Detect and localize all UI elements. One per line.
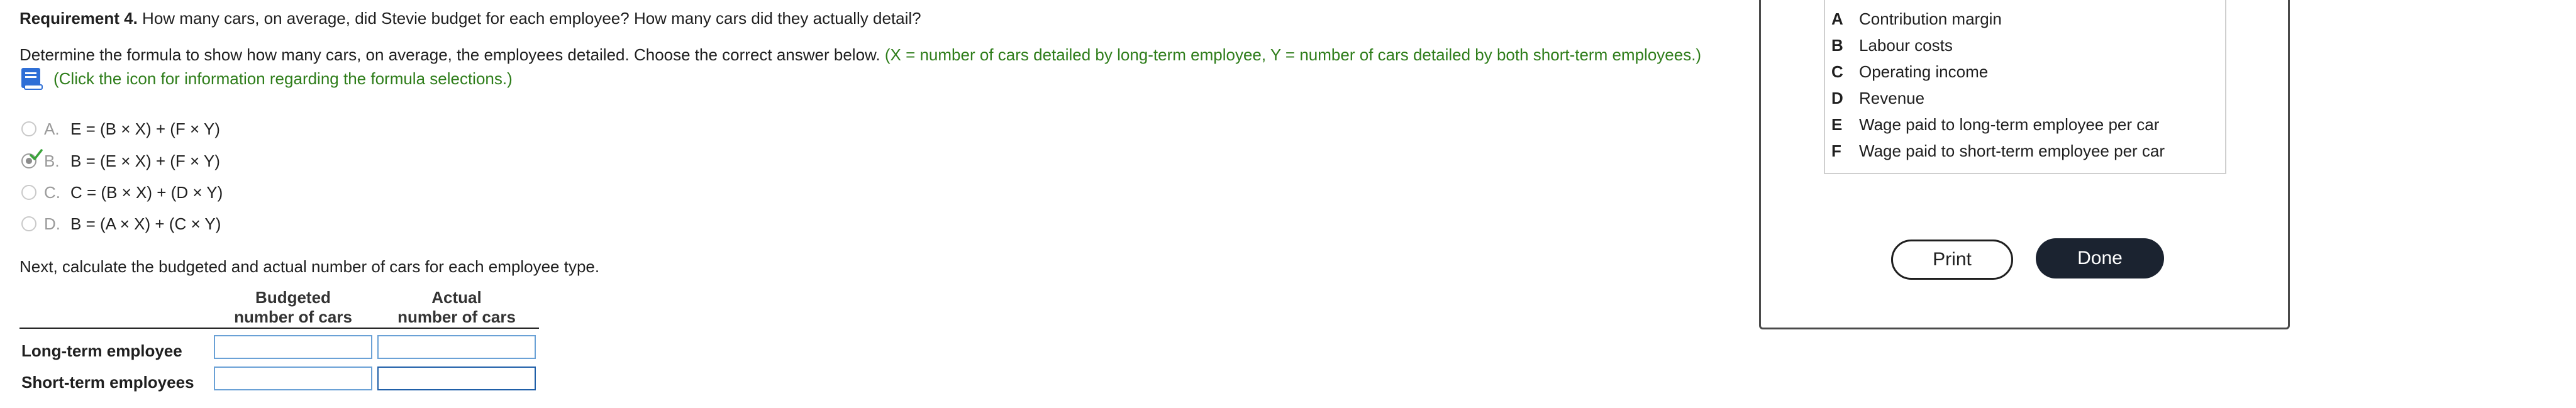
next-instruction: Next, calculate the budgeted and actual … — [19, 257, 600, 276]
legend-key: F — [1831, 141, 1841, 160]
option-formula: B = (A × X) + (C × Y) — [70, 214, 221, 233]
legend-text: Contribution margin — [1859, 9, 2002, 28]
table-header-rule — [19, 328, 539, 329]
legend-item: C Operating income — [1831, 60, 1988, 84]
column-header-budgeted: Budgeted number of cars — [214, 288, 372, 327]
legend-item: D Revenue — [1831, 86, 1924, 110]
option-letter: A. — [44, 119, 60, 138]
legend-key: C — [1831, 62, 1843, 81]
legend-item: E Wage paid to long-term employee per ca… — [1831, 113, 2159, 136]
legend-item: B Labour costs — [1831, 33, 1953, 57]
legend-text: Wage paid to long-term employee per car — [1859, 114, 2160, 134]
option-d[interactable]: D. B = (A × X) + (C × Y) — [21, 212, 221, 235]
option-a[interactable]: A. E = (B × X) + (F × Y) — [21, 118, 220, 140]
legend-text: Revenue — [1859, 88, 1925, 108]
radio-button[interactable] — [21, 216, 36, 231]
radio-button-selected[interactable] — [21, 149, 43, 168]
instruction-line: Determine the formula to show how many c… — [19, 45, 1701, 65]
legend-key: A — [1831, 9, 1843, 28]
long-term-actual-input[interactable] — [377, 335, 536, 359]
legend-list: A Contribution margin B Labour costs C O… — [1824, 0, 2226, 174]
option-formula: B = (E × X) + (F × Y) — [70, 151, 220, 170]
formula-legend-dialog: A Contribution margin B Labour costs C O… — [1759, 0, 2290, 329]
option-formula: C = (B × X) + (D × Y) — [70, 182, 223, 202]
checkmark-icon — [30, 149, 43, 160]
legend-key: E — [1831, 114, 1843, 134]
option-letter: D. — [44, 214, 60, 233]
help-note: (Click the icon for information regardin… — [53, 69, 513, 88]
short-term-budgeted-input[interactable] — [214, 367, 372, 390]
column-header-line: Budgeted — [255, 288, 331, 307]
option-c[interactable]: C. C = (B × X) + (D × Y) — [21, 181, 223, 204]
book-icon[interactable] — [19, 67, 45, 91]
legend-text: Wage paid to short-term employee per car — [1859, 141, 2165, 160]
legend-key: D — [1831, 88, 1843, 108]
legend-text: Operating income — [1859, 62, 1989, 81]
option-letter: C. — [44, 182, 60, 202]
legend-text: Labour costs — [1859, 35, 1953, 55]
requirement-label: Requirement 4. — [19, 9, 138, 28]
done-button[interactable]: Done — [2036, 238, 2164, 278]
option-letter: B. — [44, 151, 60, 170]
legend-item: A Contribution margin — [1831, 7, 2002, 31]
long-term-budgeted-input[interactable] — [214, 335, 372, 359]
requirement-line: Requirement 4. How many cars, on average… — [19, 9, 921, 28]
radio-button[interactable] — [21, 185, 36, 200]
variables-note: (X = number of cars detailed by long-ter… — [884, 45, 1702, 64]
row-label-short-term: Short-term employees — [21, 373, 194, 392]
column-header-actual: Actual number of cars — [377, 288, 536, 327]
option-b[interactable]: B. B = (E × X) + (F × Y) — [21, 149, 220, 172]
help-row: (Click the icon for information regardin… — [19, 67, 513, 91]
column-header-line: Actual — [431, 288, 482, 307]
legend-item: F Wage paid to short-term employee per c… — [1831, 139, 2165, 163]
column-header-line: number of cars — [234, 307, 352, 326]
requirement-text: How many cars, on average, did Stevie bu… — [137, 9, 921, 28]
radio-button[interactable] — [21, 121, 36, 136]
row-label-long-term: Long-term employee — [21, 341, 182, 360]
legend-key: B — [1831, 35, 1843, 55]
short-term-actual-input[interactable] — [377, 367, 536, 390]
option-formula: E = (B × X) + (F × Y) — [70, 119, 220, 138]
column-header-line: number of cars — [397, 307, 516, 326]
instruction-text: Determine the formula to show how many c… — [19, 45, 880, 64]
print-button[interactable]: Print — [1891, 240, 2013, 280]
